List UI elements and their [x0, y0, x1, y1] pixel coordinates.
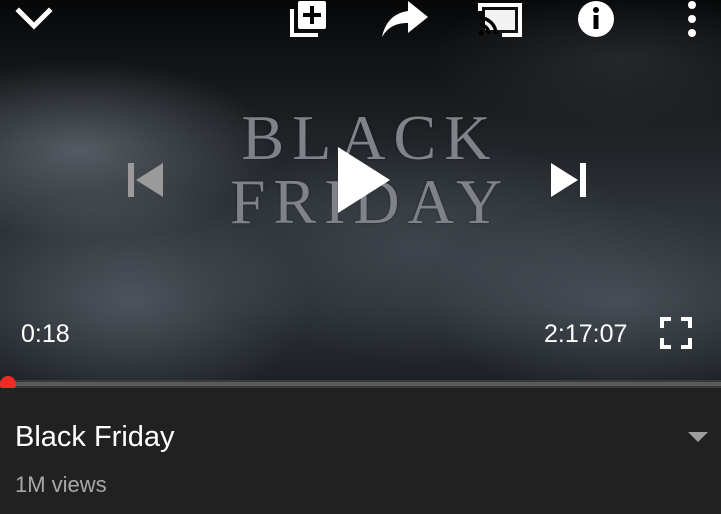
add-to-playlist-button[interactable] [280, 0, 336, 42]
expand-description-button[interactable] [678, 424, 718, 454]
video-title: Black Friday [15, 421, 175, 453]
minimize-button[interactable] [6, 0, 62, 42]
dropdown-triangle-icon [687, 430, 709, 448]
skip-next-icon [549, 161, 589, 204]
collapse-chevron-icon [14, 4, 54, 39]
play-icon [332, 145, 392, 220]
video-info-panel: Black Friday 1M views [0, 388, 721, 514]
next-button[interactable] [542, 158, 596, 206]
share-button[interactable] [377, 0, 433, 42]
info-icon [576, 0, 616, 44]
video-player[interactable]: BLACK FRIDAY 0:18 2:17:07 [0, 0, 721, 380]
duration: 2:17:07 [544, 320, 628, 348]
seek-bar-track [0, 382, 721, 386]
more-options-button[interactable] [664, 0, 720, 42]
current-time: 0:18 [21, 320, 70, 348]
fullscreen-button[interactable] [654, 314, 698, 356]
video-app: BLACK FRIDAY 0:18 2:17:07 Black Friday 1… [0, 0, 721, 514]
cast-icon [476, 0, 524, 44]
fullscreen-icon [660, 316, 692, 354]
add-to-playlist-icon [286, 0, 330, 46]
share-icon [380, 0, 430, 45]
previous-button[interactable] [118, 158, 172, 206]
more-vert-icon [686, 0, 698, 43]
seek-bar[interactable] [0, 376, 721, 392]
view-count: 1M views [15, 472, 107, 497]
info-button[interactable] [568, 0, 624, 42]
cast-button[interactable] [472, 0, 528, 42]
play-button[interactable] [322, 140, 402, 224]
skip-previous-icon [125, 161, 165, 204]
